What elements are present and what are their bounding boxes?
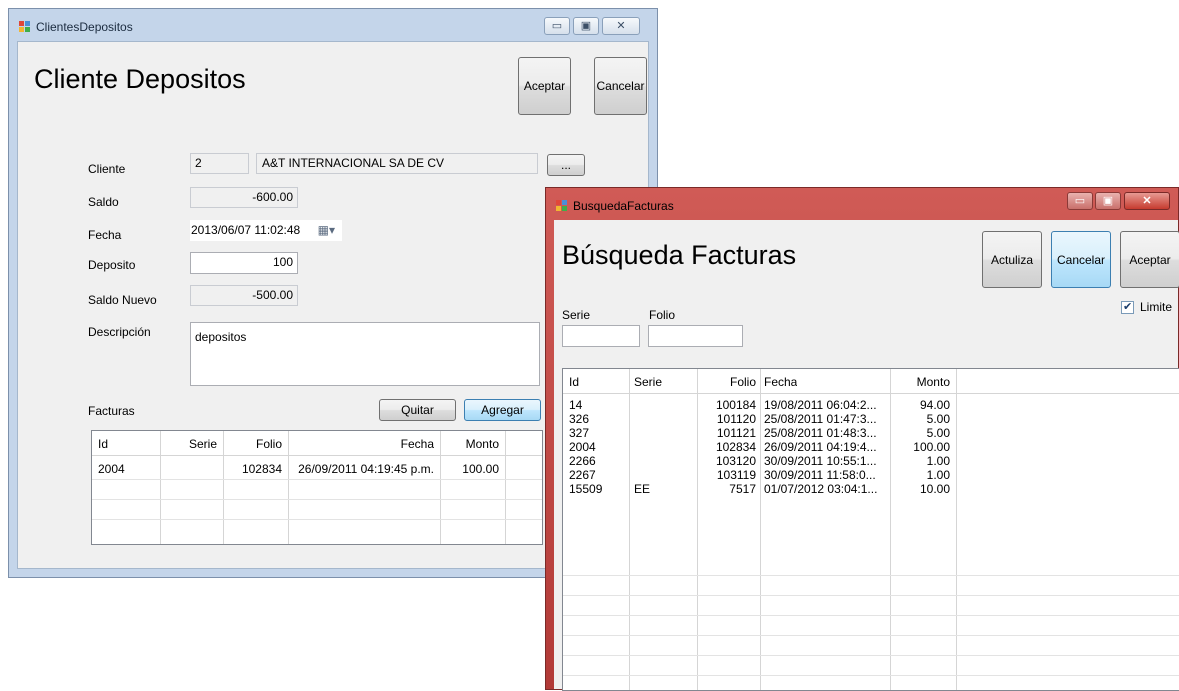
minimize-button[interactable]: ▭ xyxy=(1067,192,1093,210)
cancelar-button[interactable]: Cancelar xyxy=(1051,231,1111,288)
column-header-monto[interactable]: Monto xyxy=(440,437,499,451)
check-mark-icon: ✔ xyxy=(1123,301,1133,313)
maximize-icon: ▣ xyxy=(1102,195,1114,207)
limite-checkbox[interactable]: ✔ xyxy=(1121,301,1134,314)
facturas-search-grid[interactable]: Id Serie Folio Fecha Monto 14 100184 19/08… xyxy=(562,368,1179,691)
minimize-button[interactable]: ▭ xyxy=(544,17,570,35)
maximize-icon: ▣ xyxy=(580,20,592,32)
cell-folio: 103119 xyxy=(716,468,756,482)
app-icon xyxy=(19,21,31,33)
cell-folio: 102834 xyxy=(715,440,756,454)
descripcion-label: Descripción xyxy=(88,325,151,339)
busqueda-facturas-window: BusquedaFacturas ▭ ▣ ✕ Búsqueda Facturas… xyxy=(545,187,1179,691)
serie-field[interactable] xyxy=(562,325,640,347)
cell-folio: 102834 xyxy=(241,462,282,476)
column-header-folio[interactable]: Folio xyxy=(223,437,282,451)
cell-folio: 100184 xyxy=(715,398,756,412)
close-icon: ✕ xyxy=(616,20,626,32)
title-bar[interactable]: BusquedaFacturas ▭ ▣ ✕ xyxy=(546,188,1178,220)
column-header-id[interactable]: Id xyxy=(569,375,579,389)
cliente-id-field[interactable]: 2 xyxy=(190,153,249,174)
cell-id: 2004 xyxy=(98,462,125,476)
cell-monto: 94.00 xyxy=(919,398,950,412)
close-icon: ✕ xyxy=(1142,195,1152,207)
aceptar-button[interactable]: Aceptar xyxy=(518,57,571,115)
app-icon xyxy=(556,200,568,212)
facturas-grid[interactable]: Id Serie Folio Fecha Monto 2004 102834 2… xyxy=(91,430,543,545)
minimize-icon: ▭ xyxy=(1074,195,1086,207)
cell-fecha: 19/08/2011 06:04:2... xyxy=(764,398,877,412)
calendar-dropdown-icon[interactable]: ▦▾ xyxy=(318,223,335,237)
cell-monto: 5.00 xyxy=(926,426,950,440)
cell-folio: 101120 xyxy=(716,412,756,426)
column-header-fecha[interactable]: Fecha xyxy=(764,375,797,389)
saldo-nuevo-label: Saldo Nuevo xyxy=(88,293,157,307)
search-client-area: Búsqueda Facturas Actuliza Cancelar Acep… xyxy=(554,220,1179,691)
saldo-label: Saldo xyxy=(88,195,119,209)
page-title: Cliente Depositos xyxy=(34,64,246,94)
column-header-monto[interactable]: Monto xyxy=(890,375,950,389)
deposito-label: Deposito xyxy=(88,258,136,272)
page-title: Búsqueda Facturas xyxy=(562,240,797,270)
browse-cliente-button[interactable]: ... xyxy=(547,154,585,176)
fecha-value: 2013/06/07 11:02:48 xyxy=(191,223,301,237)
column-header-serie[interactable]: Serie xyxy=(160,437,217,451)
cell-id: 326 xyxy=(569,412,590,426)
fecha-label: Fecha xyxy=(88,228,122,242)
cell-fecha: 25/08/2011 01:48:3... xyxy=(764,426,877,440)
deposito-field[interactable]: 100 xyxy=(190,252,298,274)
folio-label: Folio xyxy=(649,308,676,322)
cell-id: 327 xyxy=(569,426,590,440)
cliente-label: Cliente xyxy=(88,162,126,176)
column-header-serie[interactable]: Serie xyxy=(634,375,662,389)
agregar-button[interactable]: Agregar xyxy=(464,399,541,421)
actuliza-button[interactable]: Actuliza xyxy=(982,231,1042,288)
cell-fecha: 30/09/2011 10:55:1... xyxy=(764,454,877,468)
cell-fecha: 25/08/2011 01:47:3... xyxy=(764,412,877,426)
cell-fecha: 26/09/2011 04:19:4... xyxy=(764,440,877,454)
cell-monto: 100.00 xyxy=(462,462,499,476)
fecha-datepicker[interactable]: 2013/06/07 11:02:48 ▦▾ xyxy=(190,220,342,241)
close-button[interactable]: ✕ xyxy=(1124,192,1170,210)
cell-folio: 101121 xyxy=(716,426,756,440)
aceptar-button[interactable]: Aceptar xyxy=(1120,231,1179,288)
window-title: ClientesDepositos xyxy=(36,20,133,34)
column-header-folio[interactable]: Folio xyxy=(697,375,756,389)
minimize-icon: ▭ xyxy=(551,20,563,32)
column-header-fecha[interactable]: Fecha xyxy=(288,437,434,451)
cell-id: 2266 xyxy=(569,454,596,468)
cell-fecha: 01/07/2012 03:04:1... xyxy=(764,482,878,496)
descripcion-textarea[interactable]: depositos xyxy=(190,322,540,386)
window-title: BusquedaFacturas xyxy=(573,199,674,213)
serie-label: Serie xyxy=(562,308,591,322)
cell-monto: 1.00 xyxy=(926,468,950,482)
maximize-button[interactable]: ▣ xyxy=(1095,192,1121,210)
cell-monto: 100.00 xyxy=(913,440,950,454)
cell-fecha: 30/09/2011 11:58:0... xyxy=(764,468,876,482)
quitar-button[interactable]: Quitar xyxy=(379,399,456,421)
folio-field[interactable] xyxy=(648,325,743,347)
cell-monto: 1.00 xyxy=(926,454,950,468)
saldo-nuevo-field[interactable]: -500.00 xyxy=(190,285,298,306)
maximize-button[interactable]: ▣ xyxy=(573,17,599,35)
cell-id: 15509 xyxy=(569,482,603,496)
column-header-id[interactable]: Id xyxy=(98,437,108,451)
close-button[interactable]: ✕ xyxy=(602,17,640,35)
cell-fecha: 26/09/2011 04:19:45 p.m. xyxy=(298,462,434,476)
cell-monto: 10.00 xyxy=(919,482,950,496)
cell-id: 14 xyxy=(569,398,583,412)
saldo-field[interactable]: -600.00 xyxy=(190,187,298,208)
title-bar[interactable]: ClientesDepositos ▭ ▣ ✕ xyxy=(9,9,657,41)
facturas-label: Facturas xyxy=(88,404,135,418)
cell-id: 2267 xyxy=(569,468,596,482)
cell-monto: 5.00 xyxy=(926,412,950,426)
cliente-name-field[interactable]: A&T INTERNACIONAL SA DE CV xyxy=(256,153,538,174)
cell-id: 2004 xyxy=(569,440,596,454)
cell-folio: 103120 xyxy=(715,454,756,468)
limite-label[interactable]: Limite xyxy=(1140,300,1172,314)
cancelar-button[interactable]: Cancelar xyxy=(594,57,647,115)
cell-folio: 7517 xyxy=(729,482,756,496)
cell-serie: EE xyxy=(634,482,651,496)
